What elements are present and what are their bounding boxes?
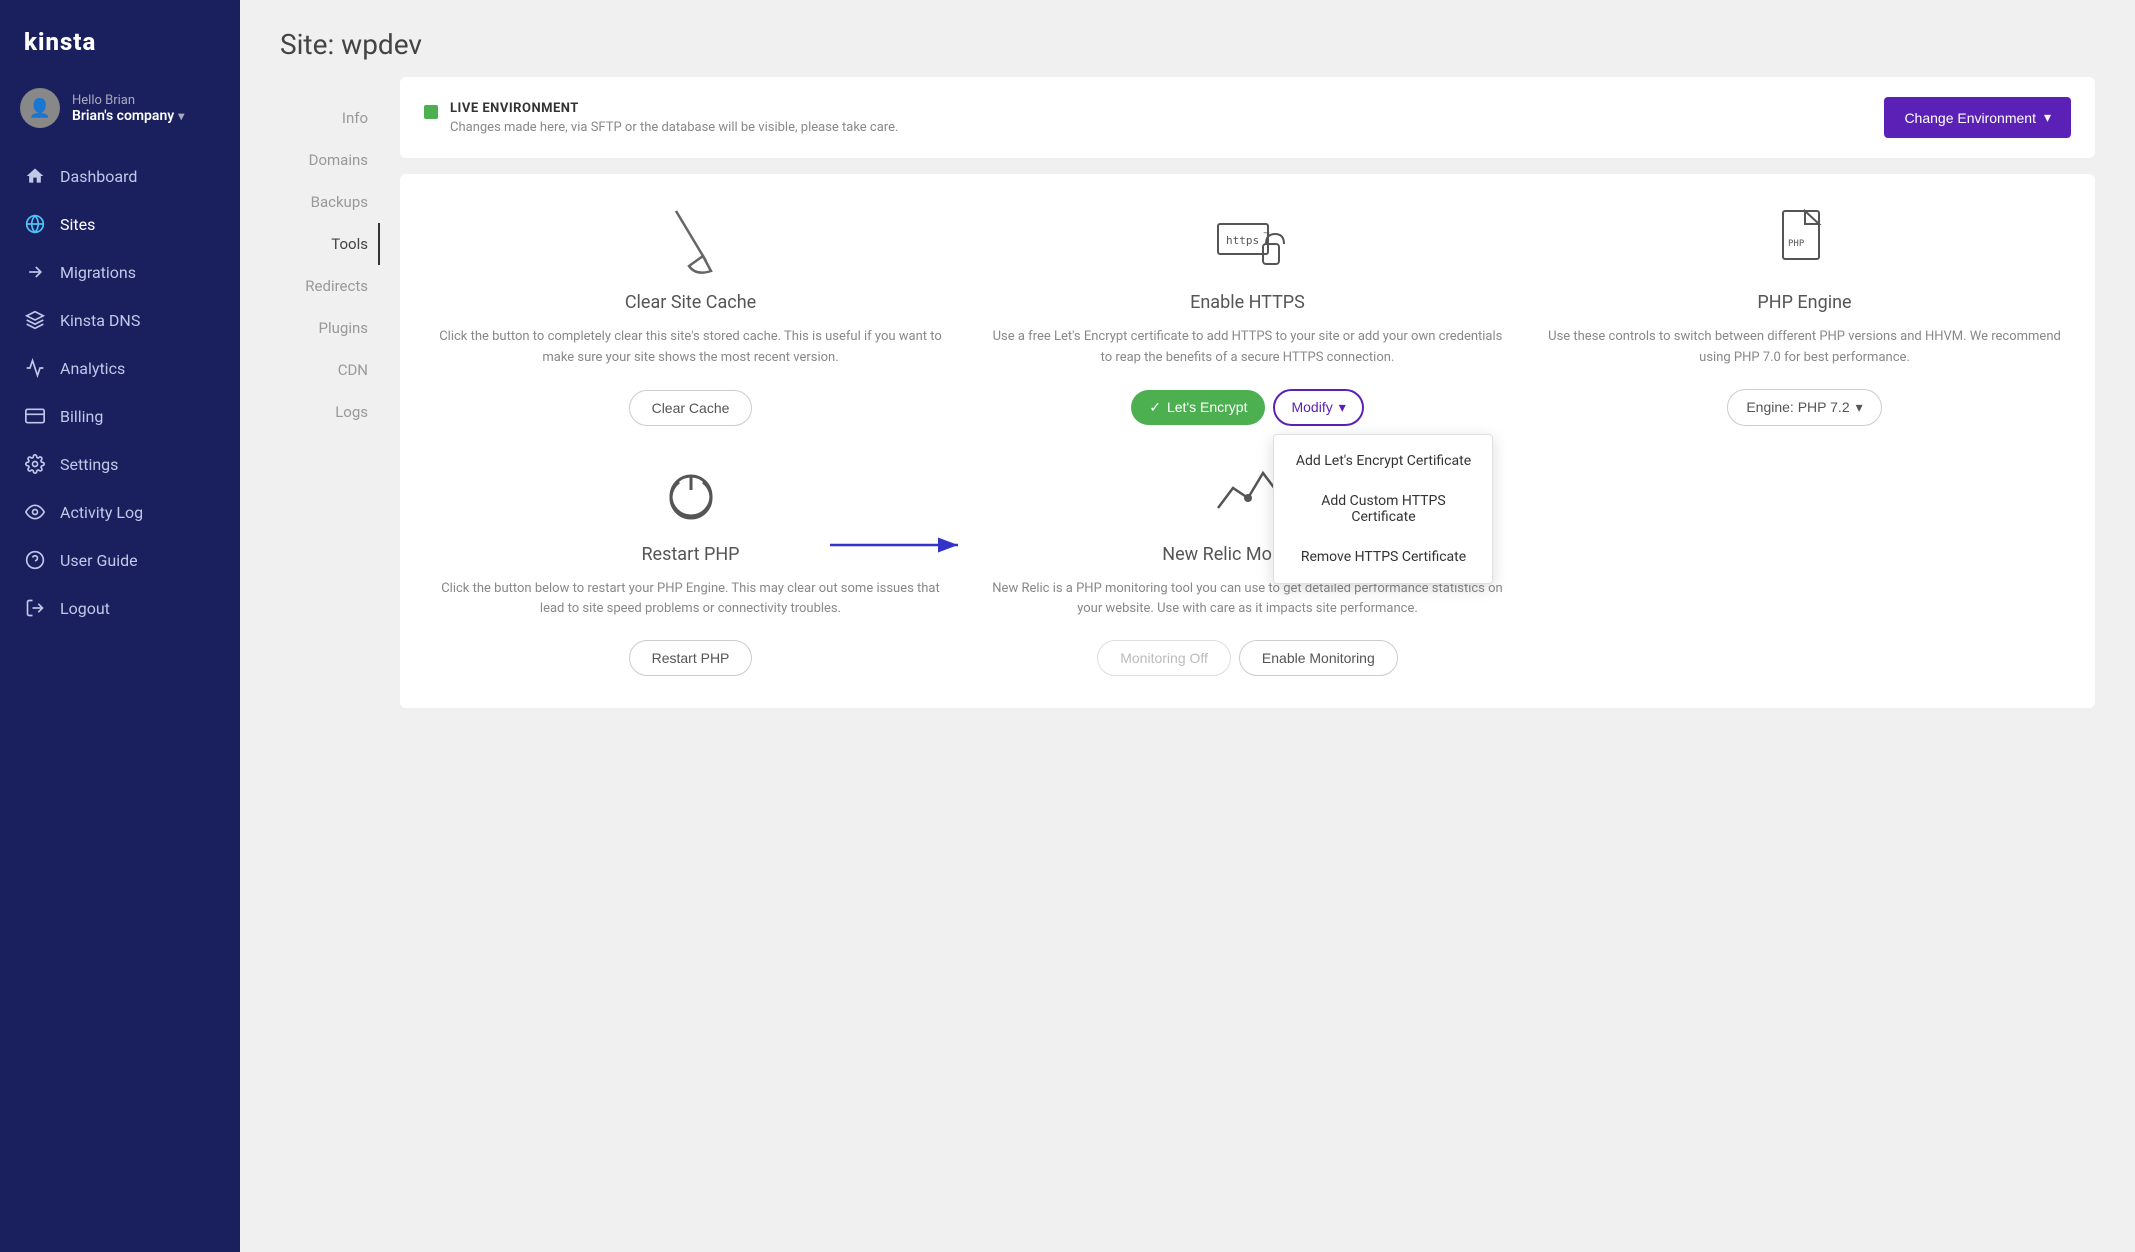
content-area: Info Domains Backups Tools Redirects Plu…: [240, 77, 2135, 748]
chevron-down-icon: ▾: [2044, 109, 2051, 126]
php-engine-button[interactable]: Engine: PHP 7.2 ▾: [1727, 389, 1881, 426]
user-info: Hello Brian Brian's company ▾: [72, 93, 220, 124]
subnav-item-cdn[interactable]: CDN: [280, 349, 380, 391]
svg-text:PHP: PHP: [1788, 239, 1805, 249]
gear-icon: [24, 453, 46, 475]
dropdown-item-custom-https[interactable]: Add Custom HTTPS Certificate: [1274, 481, 1492, 537]
user-profile[interactable]: 👤 Hello Brian Brian's company ▾: [0, 76, 240, 152]
new-relic-actions: Monitoring Off Enable Monitoring: [1097, 640, 1398, 676]
enable-https-card: https — Enable HTTPS Use a free Let's En…: [981, 206, 1514, 426]
monitoring-icon: [1213, 458, 1283, 528]
modify-dropdown-container: Modify ▾ Add Let's Encrypt Certificate A…: [1273, 389, 1363, 426]
subnav-item-tools[interactable]: Tools: [280, 223, 380, 265]
enable-monitoring-button[interactable]: Enable Monitoring: [1239, 640, 1398, 676]
cards-wrapper: LIVE ENVIRONMENT Changes made here, via …: [400, 77, 2095, 708]
subnav-item-logs[interactable]: Logs: [280, 391, 380, 433]
env-dot: [424, 105, 438, 119]
php-engine-title: PHP Engine: [1757, 292, 1851, 313]
env-banner: LIVE ENVIRONMENT Changes made here, via …: [400, 77, 2095, 158]
avatar: 👤: [20, 88, 60, 128]
dns-icon: [24, 309, 46, 331]
tools-container: Clear Site Cache Click the button to com…: [400, 174, 2095, 708]
clear-cache-actions: Clear Cache: [629, 390, 753, 426]
subnav-item-backups[interactable]: Backups: [280, 181, 380, 223]
subnav-item-info[interactable]: Info: [280, 97, 380, 139]
letsencrypt-button[interactable]: ✓ Let's Encrypt: [1131, 390, 1265, 425]
sidebar: kinsta 👤 Hello Brian Brian's company ▾ D…: [0, 0, 240, 1252]
eye-icon: [24, 501, 46, 523]
help-icon: [24, 549, 46, 571]
https-dropdown-menu: Add Let's Encrypt Certificate Add Custom…: [1273, 434, 1493, 584]
sidebar-item-user-guide[interactable]: User Guide: [0, 536, 240, 584]
chevron-down-icon: ▾: [1856, 399, 1863, 416]
sidebar-item-analytics[interactable]: Analytics: [0, 344, 240, 392]
https-icon: https —: [1208, 206, 1288, 276]
sidebar-item-billing[interactable]: Billing: [0, 392, 240, 440]
user-greeting: Hello Brian: [72, 93, 220, 108]
chevron-down-icon: ▾: [178, 109, 184, 123]
change-environment-button[interactable]: Change Environment ▾: [1884, 97, 2071, 138]
restart-php-title: Restart PHP: [641, 544, 739, 565]
subnav-item-plugins[interactable]: Plugins: [280, 307, 380, 349]
new-relic-desc: New Relic is a PHP monitoring tool you c…: [991, 579, 1504, 621]
home-icon: [24, 165, 46, 187]
subnav-item-domains[interactable]: Domains: [280, 139, 380, 181]
restart-php-button[interactable]: Restart PHP: [629, 640, 753, 676]
dropdown-item-letsencrypt[interactable]: Add Let's Encrypt Certificate: [1274, 441, 1492, 481]
clear-cache-desc: Click the button to completely clear thi…: [434, 327, 947, 370]
clear-cache-button[interactable]: Clear Cache: [629, 390, 753, 426]
php-engine-desc: Use these controls to switch between dif…: [1548, 327, 2061, 369]
php-engine-card: PHP PHP Engine Use these controls to swi…: [1538, 206, 2071, 426]
sidebar-item-settings[interactable]: Settings: [0, 440, 240, 488]
dropdown-item-remove-https[interactable]: Remove HTTPS Certificate: [1274, 537, 1492, 577]
env-label: LIVE ENVIRONMENT: [450, 101, 898, 116]
env-description: Changes made here, via SFTP or the datab…: [450, 120, 898, 135]
clear-cache-title: Clear Site Cache: [625, 292, 756, 313]
sidebar-item-kinsta-dns[interactable]: Kinsta DNS: [0, 296, 240, 344]
restart-php-desc: Click the button below to restart your P…: [434, 579, 947, 621]
power-icon: [661, 458, 721, 528]
user-company: Brian's company ▾: [72, 108, 220, 124]
sidebar-item-sites[interactable]: Sites: [0, 200, 240, 248]
subnav-item-redirects[interactable]: Redirects: [280, 265, 380, 307]
sub-nav: Info Domains Backups Tools Redirects Plu…: [280, 77, 380, 708]
page-title: Site: wpdev: [240, 0, 2135, 77]
enable-https-desc: Use a free Let's Encrypt certificate to …: [991, 327, 1504, 369]
logout-icon: [24, 597, 46, 619]
sidebar-item-logout[interactable]: Logout: [0, 584, 240, 632]
enable-https-actions: ✓ Let's Encrypt Modify ▾ Add Let's Encry…: [1131, 389, 1364, 426]
php-engine-actions: Engine: PHP 7.2 ▾: [1727, 389, 1881, 426]
sidebar-item-migrations[interactable]: Migrations: [0, 248, 240, 296]
main-nav: Dashboard Sites Migrations Kinsta DNS An…: [0, 152, 240, 1252]
brand-logo: kinsta: [0, 0, 240, 76]
enable-https-title: Enable HTTPS: [1190, 292, 1305, 313]
card-icon: [24, 405, 46, 427]
modify-button[interactable]: Modify ▾: [1273, 389, 1363, 426]
restart-php-actions: Restart PHP: [629, 640, 753, 676]
arrow-right-icon: [24, 261, 46, 283]
tools-grid: Clear Site Cache Click the button to com…: [424, 206, 2071, 676]
svg-text:https: https: [1226, 234, 1259, 247]
clear-cache-card: Clear Site Cache Click the button to com…: [424, 206, 957, 426]
env-info: LIVE ENVIRONMENT Changes made here, via …: [424, 101, 898, 135]
sidebar-item-dashboard[interactable]: Dashboard: [0, 152, 240, 200]
check-icon: ✓: [1149, 399, 1161, 416]
restart-php-card: Restart PHP Click the button below to re…: [424, 458, 957, 677]
broom-icon: [661, 206, 721, 276]
main-content: Site: wpdev Info Domains Backups Tools R…: [240, 0, 2135, 1252]
sidebar-item-activity-log[interactable]: Activity Log: [0, 488, 240, 536]
chart-icon: [24, 357, 46, 379]
php-file-icon: PHP: [1775, 206, 1835, 276]
monitoring-off-button[interactable]: Monitoring Off: [1097, 640, 1231, 676]
chevron-down-icon: ▾: [1339, 399, 1346, 416]
globe-icon: [24, 213, 46, 235]
